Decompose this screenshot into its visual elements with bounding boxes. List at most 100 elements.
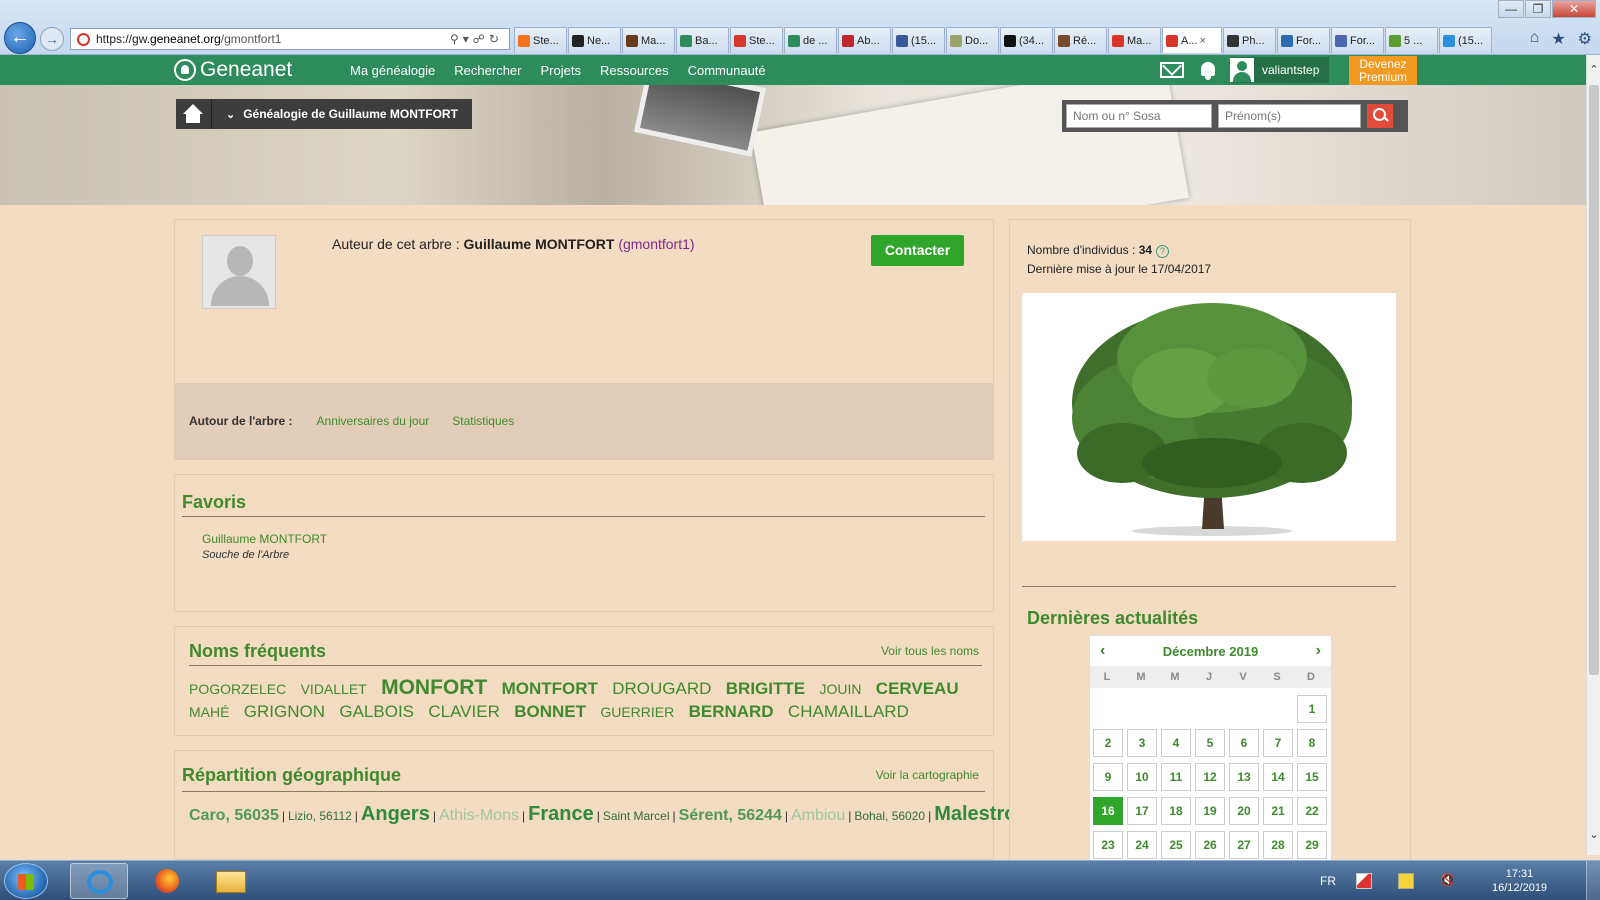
browser-tab[interactable]: de ... [784, 27, 837, 53]
calendar-day[interactable]: 14 [1263, 763, 1293, 791]
calendar-day[interactable]: 24 [1127, 831, 1157, 859]
calendar-day[interactable]: 27 [1229, 831, 1259, 859]
user-menu[interactable]: valiantstep [1230, 57, 1330, 83]
surname-link[interactable]: BERNARD [689, 702, 774, 721]
menu-projets[interactable]: Projets [541, 63, 581, 78]
calendar-day[interactable]: 2 [1093, 729, 1123, 757]
calendar-day[interactable]: 28 [1263, 831, 1293, 859]
page-scrollbar[interactable]: ⌃ ⌄ [1586, 55, 1600, 855]
place-link[interactable]: France [528, 803, 594, 825]
tab-close-icon[interactable]: × [1200, 35, 1206, 47]
geneanet-logo[interactable]: Geneanet [174, 58, 292, 82]
surname-link[interactable]: BRIGITTE [726, 679, 805, 698]
back-arrow-icon[interactable]: ← [4, 22, 36, 54]
calendar-day[interactable]: 18 [1161, 797, 1191, 825]
calendar-day[interactable]: 19 [1195, 797, 1225, 825]
browser-tab[interactable]: (15... [1439, 27, 1492, 53]
calendar-day[interactable]: 11 [1161, 763, 1191, 791]
place-link[interactable]: Bohal, 56020 [854, 809, 925, 823]
calendar-day[interactable]: 21 [1263, 797, 1293, 825]
search-icon[interactable] [1367, 104, 1393, 128]
calendar-day[interactable]: 1 [1297, 695, 1327, 723]
author-handle-link[interactable]: (gmontfort1) [618, 236, 694, 252]
surname-link[interactable]: POGORZELEC [189, 681, 286, 697]
surname-link[interactable]: MAHÉ [189, 704, 229, 720]
favori-link[interactable]: Guillaume MONTFORT [202, 532, 327, 546]
language-indicator[interactable]: FR [1320, 874, 1336, 888]
surname-link[interactable]: BONNET [514, 702, 586, 721]
surname-link[interactable]: GALBOIS [339, 702, 414, 721]
browser-tab[interactable]: (34... [1000, 27, 1053, 53]
place-link[interactable]: Athis-Mons [439, 807, 519, 824]
taskbar-internet-explorer[interactable] [70, 863, 128, 899]
start-button[interactable] [4, 863, 48, 899]
place-link[interactable]: Lizio, 56112 [288, 809, 352, 823]
calendar-day[interactable]: 20 [1229, 797, 1259, 825]
taskbar-file-explorer[interactable] [202, 863, 260, 899]
premium-button[interactable]: Devenez Premium [1349, 56, 1417, 85]
address-bar[interactable]: https://gw.geneanet.org/gmontfort1 ⚲▾☍↻ [70, 28, 510, 50]
browser-tab[interactable]: Ma... [622, 27, 675, 53]
calendar-day[interactable]: 23 [1093, 831, 1123, 859]
calendar-day[interactable]: 9 [1093, 763, 1123, 791]
search-name-input[interactable] [1066, 104, 1212, 128]
calendar-day[interactable]: 29 [1297, 831, 1327, 859]
statistiques-link[interactable]: Statistiques [452, 414, 514, 428]
browser-tab[interactable]: Ba... [676, 27, 729, 53]
home-icon[interactable] [176, 99, 212, 129]
voir-cartographie-link[interactable]: Voir la cartographie [876, 768, 979, 782]
scroll-up-icon[interactable]: ⌃ [1587, 63, 1600, 76]
calendar-day[interactable]: 10 [1127, 763, 1157, 791]
breadcrumb-tree-title[interactable]: ⌄ Généalogie de Guillaume MONTFORT [212, 99, 472, 129]
place-link[interactable]: Angers [361, 803, 430, 825]
place-link[interactable]: Sérent, 56244 [679, 807, 782, 824]
address-url[interactable]: https://gw.geneanet.org/gmontfort1 [96, 32, 450, 46]
browser-tab[interactable]: Ré... [1054, 27, 1107, 53]
calendar-day[interactable]: 22 [1297, 797, 1327, 825]
surname-link[interactable]: CERVEAU [876, 679, 959, 698]
chevron-left-icon[interactable]: ‹ [1100, 642, 1105, 660]
show-desktop-button[interactable] [1586, 861, 1600, 900]
browser-tab[interactable]: (15... [892, 27, 945, 53]
favorites-star-icon[interactable]: ★ [1551, 29, 1565, 49]
scroll-down-icon[interactable]: ⌄ [1587, 828, 1600, 841]
menu-communaute[interactable]: Communauté [688, 63, 766, 78]
scroll-thumb[interactable] [1589, 85, 1599, 675]
browser-tab[interactable]: Ab... [838, 27, 891, 53]
forward-arrow-icon[interactable]: → [40, 27, 64, 51]
calendar-day[interactable]: 26 [1195, 831, 1225, 859]
browser-tab[interactable]: 5 ... [1385, 27, 1438, 53]
contact-button[interactable]: Contacter [871, 235, 964, 266]
anniversaires-link[interactable]: Anniversaires du jour [317, 414, 430, 428]
calendar-day[interactable]: 12 [1195, 763, 1225, 791]
taskbar-firefox[interactable] [138, 863, 196, 899]
calendar-day[interactable]: 13 [1229, 763, 1259, 791]
calendar-day[interactable]: 3 [1127, 729, 1157, 757]
clock[interactable]: 17:31 16/12/2019 [1492, 867, 1547, 895]
browser-tab[interactable]: Do... [946, 27, 999, 53]
search-icon[interactable]: ⚲▾☍↻ [450, 32, 503, 46]
calendar-day[interactable]: 4 [1161, 729, 1191, 757]
volume-muted-icon[interactable]: 🔇 [1440, 873, 1456, 889]
surname-link[interactable]: DROUGARD [612, 679, 711, 698]
surname-link[interactable]: MONTFORT [502, 679, 598, 698]
menu-ma-genealogie[interactable]: Ma généalogie [350, 63, 435, 78]
tray-app-icon[interactable] [1398, 873, 1414, 889]
place-link[interactable]: Ambiou [791, 807, 845, 824]
calendar-day[interactable]: 17 [1127, 797, 1157, 825]
search-firstname-input[interactable] [1218, 104, 1361, 128]
minimize-icon[interactable]: — [1498, 0, 1524, 18]
restore-icon[interactable]: ❐ [1525, 0, 1551, 18]
surname-link[interactable]: CLAVIER [428, 702, 500, 721]
browser-tab[interactable]: Ma... [1108, 27, 1161, 53]
place-link[interactable]: Caro, 56035 [189, 807, 279, 824]
surname-link[interactable]: CHAMAILLARD [788, 702, 909, 721]
tree-image[interactable] [1022, 293, 1396, 541]
chevron-right-icon[interactable]: › [1316, 642, 1321, 660]
calendar-day[interactable]: 25 [1161, 831, 1191, 859]
surname-link[interactable]: JOUIN [819, 681, 861, 697]
close-icon[interactable]: ✕ [1552, 0, 1596, 18]
browser-tab[interactable]: Ph... [1223, 27, 1276, 53]
gear-icon[interactable]: ⚙ [1578, 29, 1592, 49]
calendar-day[interactable]: 7 [1263, 729, 1293, 757]
